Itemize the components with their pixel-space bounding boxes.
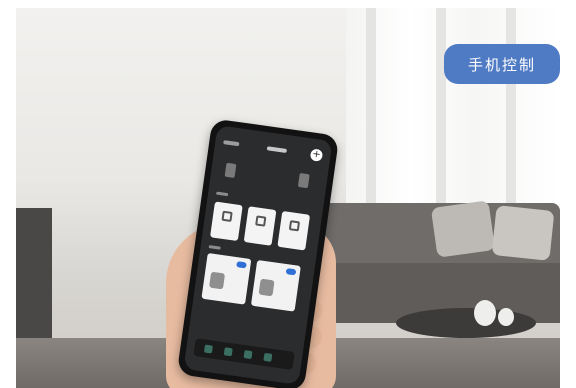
add-icon: + — [309, 148, 324, 162]
nav-icon — [263, 352, 273, 362]
toggle-switch — [236, 261, 247, 269]
phone-control-badge: 手机控制 — [444, 44, 560, 84]
home-selector — [223, 140, 240, 147]
nav-icon — [203, 344, 213, 354]
bottom-nav — [193, 338, 295, 370]
device-icon — [209, 271, 226, 290]
vase — [474, 300, 496, 326]
scene-tile — [210, 201, 243, 242]
section-label — [216, 191, 229, 197]
app-header: + — [222, 136, 324, 164]
scene-tile — [243, 206, 277, 246]
pillow — [430, 200, 496, 258]
scene-tile — [277, 210, 311, 251]
device-card — [201, 252, 252, 305]
stat-icon — [297, 173, 310, 189]
scene-icon — [255, 215, 267, 227]
nav-icon — [223, 347, 233, 357]
scene-icon — [288, 220, 301, 232]
app-title — [266, 146, 288, 153]
scene-icon — [221, 210, 233, 222]
toggle-switch — [285, 268, 297, 276]
coffee-table — [396, 308, 536, 338]
pillow — [491, 205, 555, 261]
section-label — [208, 245, 221, 250]
device-icon — [258, 278, 275, 297]
stat-icon — [224, 162, 237, 178]
nav-icon — [243, 350, 253, 360]
device-card — [250, 259, 301, 312]
vase — [498, 308, 514, 326]
